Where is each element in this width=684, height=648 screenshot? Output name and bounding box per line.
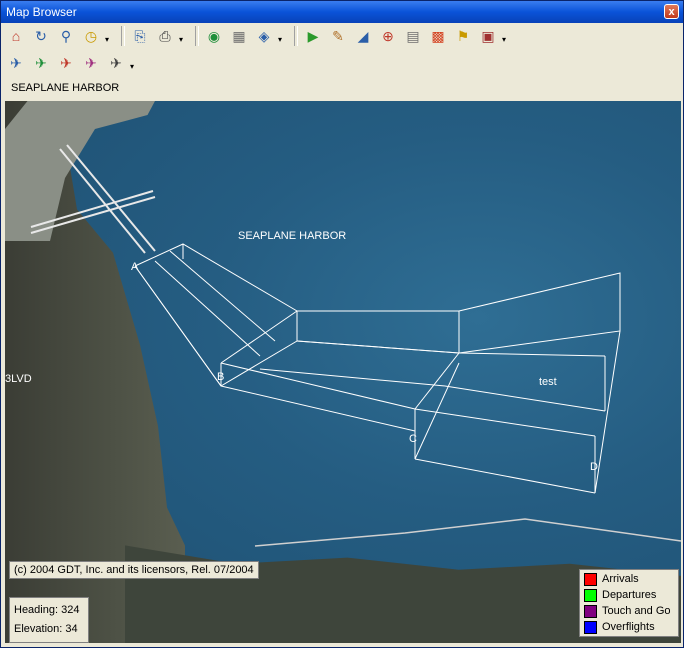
legend-label: Touch and Go [602,605,671,617]
zone-east [414,272,621,494]
compass-button[interactable]: ⊕ [377,25,399,47]
legend-item: Departures [580,587,678,603]
document-icon: ▤ [406,27,420,44]
copyright-notice: (c) 2004 GDT, Inc. and its licensors, Re… [9,561,259,579]
flight-filter-button[interactable]: ✈ [105,52,127,74]
location-name: SEAPLANE HARBOR [11,82,120,94]
clock-button[interactable]: ◷ [80,25,102,47]
legend-item: Arrivals [580,571,678,587]
zone-approach-ab [134,243,298,387]
flight-tag-button[interactable]: ✈ [80,52,102,74]
legend-label: Departures [602,589,657,601]
runways [30,144,156,254]
close-button[interactable]: x [664,4,679,19]
copy-icon: ⎘ [134,27,146,44]
heading-label: Heading: [14,604,59,616]
flight-path-button[interactable]: ✈ [30,52,52,74]
elevation-label: Elevation: [14,623,63,635]
measure-icon: ◢ [357,27,369,44]
road-label: 3LVD [5,373,32,385]
flight-tag-icon: ✈ [85,54,97,71]
grid-icon: ▦ [232,27,246,44]
dropdown-arrow-icon[interactable]: ▾ [278,28,286,44]
print-button[interactable]: ⎙ [154,25,176,47]
legend-swatch [584,588,597,602]
settings-icon: ▣ [481,27,495,44]
dropdown-arrow-icon[interactable]: ▾ [502,28,510,44]
toolbar-separator [195,26,199,46]
flight-path-icon: ✈ [35,54,47,71]
layers-button[interactable]: ◈ [253,25,275,47]
palette-button[interactable]: ▩ [427,25,449,47]
legend-label: Arrivals [602,573,639,585]
map-view[interactable]: SEAPLANE HARBOR test 3LVD A B C D (c) 20… [5,101,681,643]
bridge [254,518,681,547]
3d-button[interactable]: ⚑ [452,25,474,47]
legend-item: Touch and Go [580,603,678,619]
legend-swatch [584,604,597,618]
globe-icon: ◉ [207,27,221,44]
palette-icon: ▩ [431,27,445,44]
layers-icon: ◈ [258,27,270,44]
edit-icon: ✎ [332,27,344,44]
toolbar-separator [121,26,125,46]
zone-middle [220,310,460,460]
window-title: Map Browser [6,5,77,19]
dropdown-arrow-icon[interactable]: ▾ [130,55,138,71]
legend-swatch [584,572,597,586]
point-b-label: B [217,371,225,383]
toolbar-row-1: ⌂ ↻ ⚲ ◷ ▾ ⎘ ⎙ ▾ ◉ ▦ ◈ ▾ ▶ ✎ ◢ ⊕ ▤ ▩ ⚑ ▣ ▾ [5,23,514,49]
heading-elevation-panel: Heading: 324 Elevation: 34 [9,597,89,643]
flight-multi-button[interactable]: ✈ [55,52,77,74]
toolbar-separator [294,26,298,46]
legend-item: Overflights [580,619,678,635]
edit-button[interactable]: ✎ [327,25,349,47]
zoom-icon: ⚲ [60,27,72,44]
harbor-label: SEAPLANE HARBOR [238,230,347,242]
legend-label: Overflights [602,621,655,633]
dropdown-arrow-icon[interactable]: ▾ [179,28,187,44]
elevation-value: 34 [65,623,78,635]
map-browser-window: Map Browser x ⌂ ↻ ⚲ ◷ ▾ ⎘ ⎙ ▾ ◉ ▦ ◈ ▾ ▶ ✎ ◢ ⊕ ▤ ▩ ⚑ ▣ ▾ ✈ ✈ ✈ ✈… [0,0,684,648]
legend-swatch [584,620,597,634]
heading-value: 324 [61,604,80,616]
grid-button[interactable]: ▦ [228,25,250,47]
refresh-map-button[interactable]: ↻ [30,25,52,47]
flight-track-button[interactable]: ✈ [5,52,27,74]
dropdown-arrow-icon[interactable]: ▾ [105,28,113,44]
point-a-label: A [131,261,139,273]
compass-icon: ⊕ [382,27,394,44]
home-button[interactable]: ⌂ [5,25,27,47]
3d-icon: ⚑ [456,27,470,44]
copy-button[interactable]: ⎘ [129,25,151,47]
flight-multi-icon: ✈ [60,54,72,71]
refresh-map-icon: ↻ [35,27,47,44]
print-icon: ⎙ [159,27,171,44]
point-d-label: D [590,461,598,473]
document-button[interactable]: ▤ [402,25,424,47]
flight-type-legend: Arrivals Departures Touch and Go Overflight… [579,569,679,637]
settings-button[interactable]: ▣ [477,25,499,47]
toolbar-row-2: ✈ ✈ ✈ ✈ ✈ ▾ [5,50,142,76]
flight-track-icon: ✈ [10,54,22,71]
home-icon: ⌂ [11,28,21,44]
play-button[interactable]: ▶ [302,25,324,47]
title-bar: Map Browser x [1,1,683,23]
zoom-button[interactable]: ⚲ [55,25,77,47]
globe-button[interactable]: ◉ [203,25,225,47]
zone-test-label: test [539,376,557,388]
flight-filter-icon: ✈ [110,54,122,71]
clock-icon: ◷ [84,27,98,44]
measure-button[interactable]: ◢ [352,25,374,47]
point-c-label: C [409,433,417,445]
play-icon: ▶ [307,27,319,44]
